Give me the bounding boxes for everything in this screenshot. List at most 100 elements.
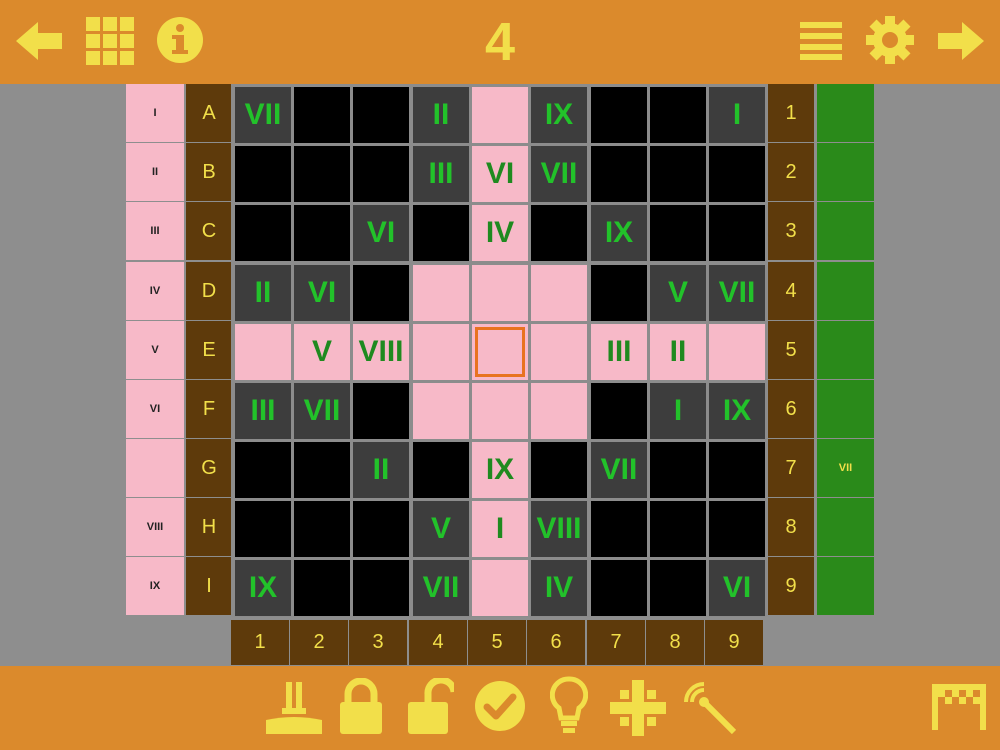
finish-flag-icon[interactable] bbox=[932, 682, 986, 730]
grid-cell[interactable] bbox=[235, 501, 291, 557]
grid-cell[interactable]: VII bbox=[235, 87, 291, 143]
grid-cell[interactable] bbox=[294, 205, 350, 261]
grid-cell[interactable]: III bbox=[235, 383, 291, 439]
grid-cell[interactable]: III bbox=[591, 324, 647, 380]
grid-icon[interactable] bbox=[86, 17, 134, 65]
grid-cell[interactable] bbox=[650, 501, 706, 557]
forward-arrow-icon[interactable] bbox=[936, 20, 984, 62]
grid-cell[interactable] bbox=[353, 560, 409, 616]
grid-cell[interactable]: VII bbox=[709, 265, 765, 321]
grid-cell[interactable] bbox=[235, 442, 291, 498]
grid-cell[interactable] bbox=[531, 205, 587, 261]
grid-cell[interactable]: VII bbox=[413, 560, 469, 616]
grid-cell[interactable] bbox=[591, 383, 647, 439]
cross-dots-icon[interactable] bbox=[610, 680, 666, 736]
grid-cell[interactable] bbox=[413, 265, 469, 321]
grid-cell[interactable]: VIII bbox=[353, 324, 409, 380]
unlock-icon[interactable] bbox=[406, 676, 458, 734]
info-icon[interactable] bbox=[156, 16, 204, 64]
grid-cell[interactable]: II bbox=[413, 87, 469, 143]
grid-cell[interactable] bbox=[472, 560, 528, 616]
grid-cell[interactable]: VII bbox=[591, 442, 647, 498]
grid-cell[interactable] bbox=[650, 442, 706, 498]
grid-cell[interactable] bbox=[591, 560, 647, 616]
grid-cell[interactable]: IX bbox=[472, 442, 528, 498]
magic-wand-icon[interactable] bbox=[682, 680, 737, 735]
grid-cell[interactable] bbox=[531, 265, 587, 321]
grid-cell[interactable]: VII bbox=[294, 383, 350, 439]
grid-cell[interactable]: VI bbox=[472, 146, 528, 202]
grid-cell[interactable]: VII bbox=[531, 146, 587, 202]
grid-cell[interactable] bbox=[353, 146, 409, 202]
grid-cell[interactable] bbox=[294, 501, 350, 557]
grid-cell[interactable]: II bbox=[353, 442, 409, 498]
grid-cell[interactable]: IX bbox=[531, 87, 587, 143]
grid-cell[interactable] bbox=[591, 146, 647, 202]
grid-cell[interactable] bbox=[709, 146, 765, 202]
grid-cell[interactable] bbox=[709, 324, 765, 380]
grid-cell[interactable]: IV bbox=[531, 560, 587, 616]
grid-cell[interactable] bbox=[472, 265, 528, 321]
grid-cell[interactable] bbox=[650, 205, 706, 261]
grid-cell[interactable] bbox=[591, 265, 647, 321]
grid-cell[interactable]: VIII bbox=[531, 501, 587, 557]
lightbulb-icon[interactable] bbox=[549, 676, 589, 736]
selected-grid-cell[interactable] bbox=[472, 324, 528, 380]
grid-cell[interactable] bbox=[294, 442, 350, 498]
row-number: 5 bbox=[768, 321, 814, 379]
menu-icon[interactable] bbox=[800, 20, 842, 60]
grid-cell[interactable] bbox=[531, 383, 587, 439]
grid-cell[interactable]: II bbox=[650, 324, 706, 380]
grid-cell[interactable]: IX bbox=[235, 560, 291, 616]
grid-cell[interactable]: III bbox=[413, 146, 469, 202]
column-number: 9 bbox=[705, 620, 763, 665]
grid-cell[interactable] bbox=[531, 442, 587, 498]
grid-cell[interactable]: I bbox=[472, 501, 528, 557]
grid-cell[interactable] bbox=[650, 146, 706, 202]
grid-cell[interactable] bbox=[294, 560, 350, 616]
grid-cell[interactable] bbox=[472, 87, 528, 143]
grid-cell[interactable]: IX bbox=[591, 205, 647, 261]
grid-cell[interactable] bbox=[413, 205, 469, 261]
grid-cell[interactable]: I bbox=[650, 383, 706, 439]
column-number: 1 bbox=[231, 620, 289, 665]
green-cell bbox=[817, 262, 874, 320]
grid-cell[interactable]: VI bbox=[353, 205, 409, 261]
row-letter: F bbox=[186, 380, 232, 438]
grid-cell[interactable]: I bbox=[709, 87, 765, 143]
grid-cell[interactable]: V bbox=[294, 324, 350, 380]
grid-cell[interactable] bbox=[353, 501, 409, 557]
grid-cell[interactable] bbox=[353, 87, 409, 143]
grid-cell[interactable] bbox=[531, 324, 587, 380]
grid-cell[interactable] bbox=[413, 383, 469, 439]
grid-cell[interactable] bbox=[235, 205, 291, 261]
grid-cell[interactable] bbox=[294, 146, 350, 202]
grid-cell[interactable] bbox=[650, 560, 706, 616]
grid-cell[interactable] bbox=[472, 383, 528, 439]
grid-cell[interactable]: VI bbox=[709, 560, 765, 616]
grid-cell[interactable] bbox=[413, 442, 469, 498]
grid-cell[interactable] bbox=[709, 501, 765, 557]
grid-cell[interactable]: V bbox=[650, 265, 706, 321]
grid-cell[interactable]: II bbox=[235, 265, 291, 321]
grid-cell[interactable] bbox=[413, 324, 469, 380]
lock-icon[interactable] bbox=[338, 677, 384, 734]
grid-cell[interactable] bbox=[294, 87, 350, 143]
grid-cell[interactable] bbox=[709, 205, 765, 261]
back-arrow-icon[interactable] bbox=[16, 20, 64, 62]
check-icon[interactable] bbox=[474, 680, 526, 732]
grid-cell[interactable] bbox=[591, 87, 647, 143]
grid-cell[interactable] bbox=[235, 146, 291, 202]
grid-cell[interactable]: IX bbox=[709, 383, 765, 439]
grid-cell[interactable] bbox=[591, 501, 647, 557]
stamp-icon[interactable] bbox=[266, 680, 322, 734]
grid-cell[interactable]: IV bbox=[472, 205, 528, 261]
grid-cell[interactable] bbox=[353, 265, 409, 321]
gear-icon[interactable] bbox=[866, 16, 914, 64]
grid-cell[interactable]: V bbox=[413, 501, 469, 557]
grid-cell[interactable] bbox=[353, 383, 409, 439]
grid-cell[interactable] bbox=[709, 442, 765, 498]
grid-cell[interactable] bbox=[235, 324, 291, 380]
grid-cell[interactable] bbox=[650, 87, 706, 143]
grid-cell[interactable]: VI bbox=[294, 265, 350, 321]
